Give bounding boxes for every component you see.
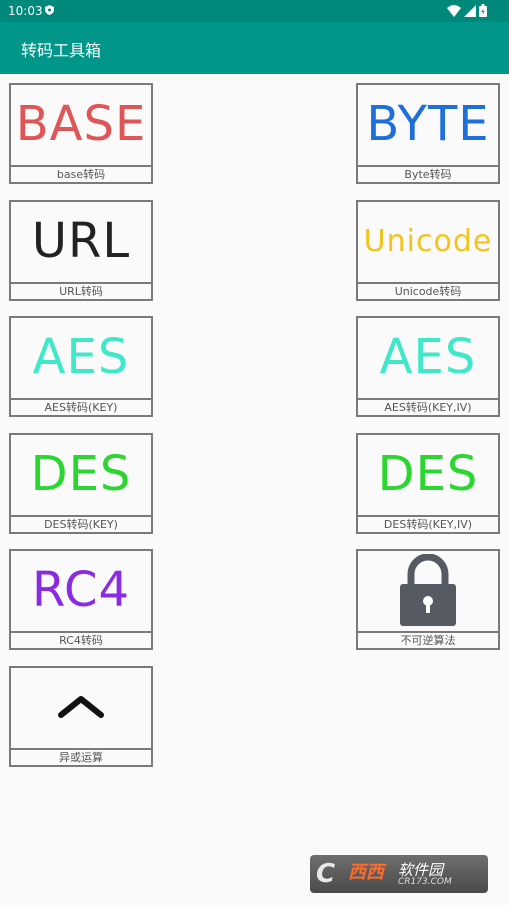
tile-art: BYTE [366, 96, 490, 152]
watermark-logo: C 西西 软件园 CR173.COM [310, 855, 488, 893]
wifi-icon [447, 5, 461, 17]
tile-caption: 不可逆算法 [358, 631, 498, 648]
watermark-brand: 西西 [348, 862, 384, 883]
tile-art: DES [30, 446, 132, 502]
tile-art: AES [379, 329, 477, 385]
tile-art [11, 668, 151, 746]
tile-art: Unicode [363, 223, 493, 259]
tile-caption: AES转码(KEY) [11, 398, 151, 415]
lock-icon [400, 554, 456, 626]
shield-icon [45, 5, 54, 15]
tile-aes-key-iv[interactable]: AES AES转码(KEY,IV) [356, 316, 500, 417]
tile-caption: base转码 [11, 165, 151, 182]
tile-caption: RC4转码 [11, 631, 151, 648]
tile-des-key[interactable]: DES DES转码(KEY) [9, 433, 153, 534]
tile-caption: Byte转码 [358, 165, 498, 182]
caret-icon [58, 696, 104, 718]
tile-xor[interactable]: 异或运算 [9, 666, 153, 767]
app-bar: 转码工具箱 [0, 22, 509, 74]
cellular-icon [464, 5, 476, 17]
app-title: 转码工具箱 [21, 41, 102, 60]
tile-caption: DES转码(KEY,IV) [358, 515, 498, 532]
tile-irreversible[interactable]: 不可逆算法 [356, 549, 500, 650]
status-bar: 10:03 [0, 0, 509, 22]
tile-art: URL [31, 213, 131, 269]
status-time: 10:03 [8, 4, 43, 18]
tile-caption: URL转码 [11, 282, 151, 299]
tile-caption: 异或运算 [11, 748, 151, 765]
tile-base[interactable]: BASE base转码 [9, 83, 153, 184]
tile-unicode[interactable]: Unicode Unicode转码 [356, 200, 500, 301]
tile-caption: DES转码(KEY) [11, 515, 151, 532]
tile-caption: Unicode转码 [358, 282, 498, 299]
watermark-mark: C [316, 859, 336, 889]
tile-caption: AES转码(KEY,IV) [358, 398, 498, 415]
tile-art: RC4 [31, 562, 130, 618]
tile-rc4[interactable]: RC4 RC4转码 [9, 549, 153, 650]
tile-des-key-iv[interactable]: DES DES转码(KEY,IV) [356, 433, 500, 534]
tile-art [358, 551, 498, 629]
battery-icon [479, 4, 487, 17]
tile-byte[interactable]: BYTE Byte转码 [356, 83, 500, 184]
tile-art: AES [32, 329, 130, 385]
tile-art: BASE [15, 96, 147, 152]
tile-art: DES [377, 446, 479, 502]
tile-url[interactable]: URL URL转码 [9, 200, 153, 301]
tile-aes-key[interactable]: AES AES转码(KEY) [9, 316, 153, 417]
watermark-url: CR173.COM [398, 877, 452, 887]
